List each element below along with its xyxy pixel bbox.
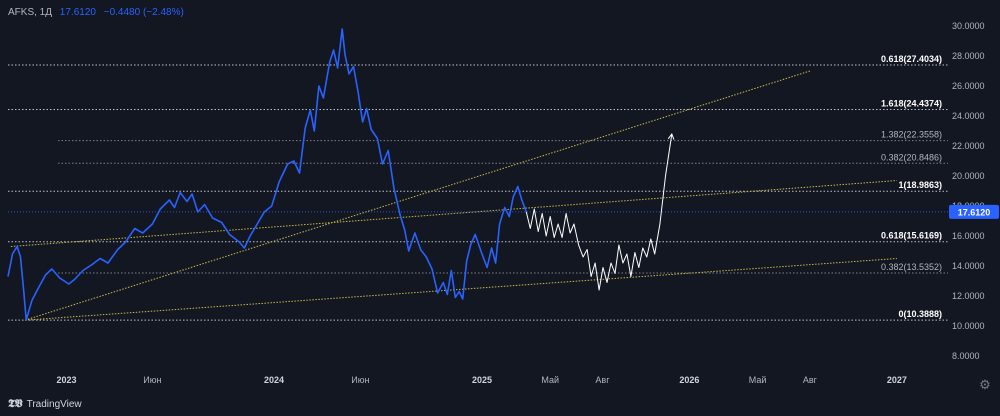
x-tick-label: Июн xyxy=(143,375,161,385)
fib-label-3: 0.382(20.8486) xyxy=(881,152,942,162)
x-tick-label: Май xyxy=(749,375,767,385)
x-tick-label: 2026 xyxy=(679,375,699,385)
y-tick-label: 26.0000 xyxy=(952,81,985,91)
gear-icon[interactable]: ⚙ xyxy=(978,378,992,392)
symbol-legend[interactable]: AFKS, 1Д 17.6120 −0.4480 (−2.48%) xyxy=(8,7,184,18)
y-tick-label: 8.0000 xyxy=(952,351,980,361)
x-tick-label: Авг xyxy=(803,375,818,385)
fib-label-4: 1(18.9863) xyxy=(898,180,942,190)
fib-label-0: 0.618(27.4034) xyxy=(881,54,942,64)
y-tick-label: 12.0000 xyxy=(952,291,985,301)
fib-label-6: 0.382(13.5352) xyxy=(881,262,942,272)
fib-label-2: 1.382(22.3558) xyxy=(881,130,942,140)
fib-label-7: 0(10.3888) xyxy=(898,309,942,319)
x-tick-label: Июн xyxy=(351,375,369,385)
y-tick-label: 24.0000 xyxy=(952,111,985,121)
y-tick-label: 22.0000 xyxy=(952,141,985,151)
y-tick-label: 28.0000 xyxy=(952,51,985,61)
y-tick-label: 30.0000 xyxy=(952,21,985,31)
branding[interactable]: 𝕿𝖁 TradingView xyxy=(8,397,82,411)
x-tick-label: 2025 xyxy=(472,375,492,385)
legend-price: 17.6120 xyxy=(59,7,96,18)
symbol-label[interactable]: AFKS, 1Д xyxy=(8,7,52,18)
x-tick-label: 2027 xyxy=(887,375,907,385)
y-tick-label: 14.0000 xyxy=(952,261,985,271)
price-chart[interactable]: 0.618(27.4034) 1.618(24.4374) 1.382(22.355… xyxy=(0,0,1000,416)
tradingview-logo-icon: 𝕿𝖁 xyxy=(8,397,23,410)
branding-text: TradingView xyxy=(26,398,82,410)
y-tick-label: 16.0000 xyxy=(952,231,985,241)
current-price-label: 17.6120 xyxy=(958,207,991,217)
fib-label-5: 0.618(15.6169) xyxy=(881,231,942,241)
x-tick-label: Авг xyxy=(595,375,610,385)
x-tick-label: 2024 xyxy=(264,375,284,385)
x-tick-label: 2023 xyxy=(57,375,77,385)
fib-label-1: 1.618(24.4374) xyxy=(881,98,942,108)
legend-change: −0.4480 (−2.48%) xyxy=(103,7,184,18)
x-tick-label: Май xyxy=(541,375,559,385)
y-tick-label: 10.0000 xyxy=(952,321,985,331)
chart-background xyxy=(0,0,1000,416)
y-tick-label: 20.0000 xyxy=(952,171,985,181)
